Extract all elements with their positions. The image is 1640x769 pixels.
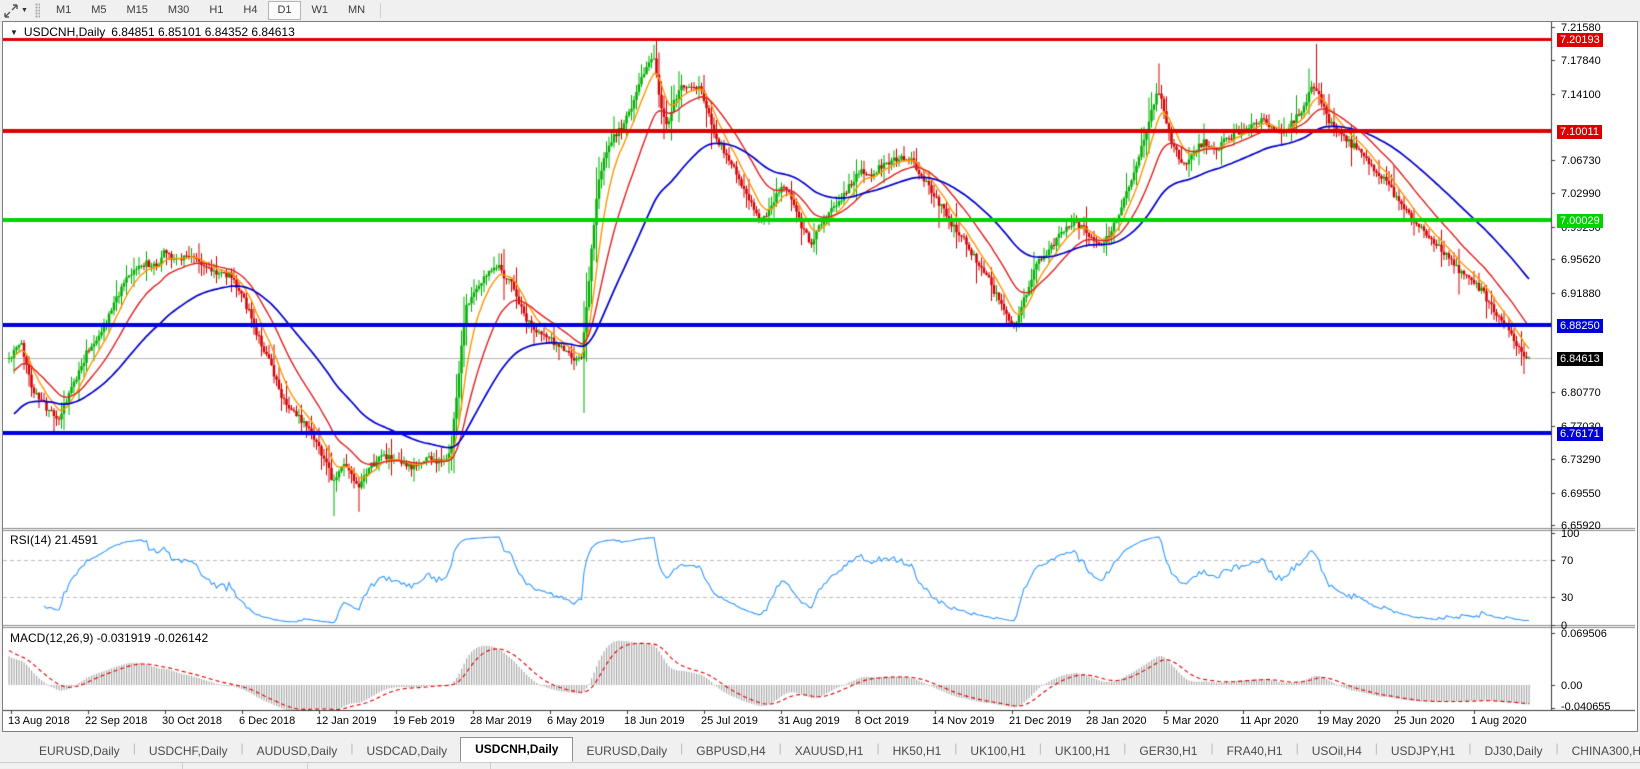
strip-separator (307, 763, 308, 769)
chart-tab-usdcnh-4[interactable]: USDCNH,Daily (460, 737, 573, 762)
chart-tab-eurusd-0[interactable]: EURUSD,Daily (26, 741, 133, 762)
level-price-label: 7.10011 (1557, 125, 1602, 139)
rsi-axis-tick: 30 (1561, 592, 1573, 604)
price-axis-tick: 6.80770 (1561, 387, 1601, 399)
chart-tab-eurusd-5[interactable]: EURUSD,Daily (573, 741, 680, 762)
chart-ohlc-values: 6.84851 6.85101 6.84352 6.84613 (111, 25, 295, 39)
chart-tab-dj30-15[interactable]: DJ30,Daily (1471, 741, 1555, 762)
chart-tab-fra40-12[interactable]: FRA40,H1 (1214, 741, 1296, 762)
current-price-label: 6.84613 (1557, 352, 1603, 366)
date-axis-label: 5 Mar 2020 (1163, 715, 1219, 727)
timeframe-toolbar: ▼ M1M5M15M30H1H4D1W1MN (0, 0, 1640, 22)
price-axis-tick: 7.06730 (1561, 155, 1601, 167)
chart-symbol-label: USDCNH,Daily (24, 25, 105, 39)
date-axis-label: 12 Jan 2019 (316, 715, 377, 727)
date-axis-label: 6 May 2019 (547, 715, 604, 727)
price-axis-tick: 6.69550 (1561, 488, 1601, 500)
date-axis-label: 14 Nov 2019 (932, 715, 994, 727)
chart-tab-usdchf-1[interactable]: USDCHF,Daily (136, 741, 241, 762)
chart-tab-usoil-13[interactable]: USOil,H4 (1299, 741, 1375, 762)
chart-window: ▼ USDCNH,Daily 6.84851 6.85101 6.84352 6… (2, 21, 1638, 732)
timeframe-button-m1[interactable]: M1 (47, 1, 80, 20)
toolbar-grip[interactable] (35, 3, 40, 18)
chart-tab-uk100-10[interactable]: UK100,H1 (1042, 741, 1123, 762)
macd-axis-tick: -0.040655 (1561, 701, 1611, 713)
date-axis-label: 25 Jul 2019 (701, 715, 758, 727)
chart-tab-china300-16[interactable]: CHINA300,H1 (1559, 741, 1640, 762)
macd-axis-tick: 0.00 (1561, 680, 1582, 692)
chart-tab-gbpusd-6[interactable]: GBPUSD,H4 (683, 741, 778, 762)
mt4-window: ▼ M1M5M15M30H1H4D1W1MN ▼ USDCNH,Daily 6.… (0, 0, 1640, 769)
chart-tab-audusd-2[interactable]: AUDUSD,Daily (244, 741, 351, 762)
date-axis-label: 11 Apr 2020 (1240, 715, 1299, 727)
rsi-pane-label: RSI(14) 21.4591 (10, 533, 98, 547)
price-axis-tick: 6.91880 (1561, 288, 1601, 300)
cursor-tool-icon[interactable] (2, 3, 20, 19)
date-axis-label: 31 Aug 2019 (778, 715, 840, 727)
date-axis-label: 25 Jun 2020 (1394, 715, 1455, 727)
date-axis-label: 13 Aug 2018 (8, 715, 70, 727)
macd-pane-label: MACD(12,26,9) -0.031919 -0.026142 (10, 631, 208, 645)
price-chart-canvas[interactable] (3, 22, 1635, 729)
chart-title: ▼ USDCNH,Daily 6.84851 6.85101 6.84352 6… (10, 25, 295, 39)
price-axis-tick: 6.95620 (1561, 254, 1601, 266)
bottom-strip (0, 762, 1640, 769)
macd-axis-tick: 0.069506 (1561, 628, 1607, 640)
chart-tab-ger30-11[interactable]: GER30,H1 (1126, 741, 1210, 762)
date-axis-label: 19 Feb 2019 (393, 715, 455, 727)
timeframe-button-mn[interactable]: MN (339, 1, 374, 20)
chart-tabbar: EURUSD,Daily|USDCHF,Daily|AUDUSD,Daily|U… (0, 736, 1640, 762)
strip-separator (182, 763, 183, 769)
level-price-label: 7.20193 (1557, 33, 1603, 47)
date-axis-label: 18 Jun 2019 (624, 715, 685, 727)
price-axis-tick: 6.73290 (1561, 454, 1601, 466)
date-axis-label: 30 Oct 2018 (162, 715, 222, 727)
date-axis-label: 28 Mar 2019 (470, 715, 532, 727)
date-axis-label: 6 Dec 2018 (239, 715, 295, 727)
price-axis-tick: 7.14100 (1561, 89, 1601, 101)
timeframe-button-m5[interactable]: M5 (82, 1, 115, 20)
chart-tab-usdjpy-14[interactable]: USDJPY,H1 (1378, 741, 1468, 762)
timeframe-buttons: M1M5M15M30H1H4D1W1MN (46, 1, 375, 20)
chart-tab-usdcad-3[interactable]: USDCAD,Daily (353, 741, 460, 762)
price-axis-tick: 7.21580 (1561, 22, 1601, 34)
toolbar-separator (380, 3, 381, 18)
timeframe-button-m15[interactable]: M15 (118, 1, 157, 20)
chart-title-caret-icon[interactable]: ▼ (10, 28, 18, 37)
date-axis-label: 1 Aug 2020 (1471, 715, 1527, 727)
timeframe-button-h1[interactable]: H1 (200, 1, 232, 20)
price-axis-tick: 7.02990 (1561, 188, 1601, 200)
date-axis-label: 8 Oct 2019 (855, 715, 909, 727)
timeframe-button-m30[interactable]: M30 (159, 1, 198, 20)
chart-tab-xauusd-7[interactable]: XAUUSD,H1 (782, 741, 877, 762)
timeframe-button-h4[interactable]: H4 (234, 1, 266, 20)
date-axis-label: 22 Sep 2018 (85, 715, 147, 727)
date-axis-label: 28 Jan 2020 (1086, 715, 1147, 727)
chart-tab-uk100-9[interactable]: UK100,H1 (957, 741, 1038, 762)
date-axis-label: 19 May 2020 (1317, 715, 1381, 727)
chart-tab-hk50-8[interactable]: HK50,H1 (880, 741, 955, 762)
rsi-axis-tick: 70 (1561, 555, 1573, 567)
strip-separator (490, 763, 491, 769)
level-price-label: 6.76171 (1557, 427, 1603, 441)
date-axis-label: 21 Dec 2019 (1009, 715, 1071, 727)
timeframe-button-d1[interactable]: D1 (268, 1, 300, 20)
chevron-down-icon[interactable]: ▼ (21, 7, 28, 14)
rsi-axis-tick: 100 (1561, 528, 1579, 540)
price-axis-tick: 7.17840 (1561, 55, 1601, 67)
level-price-label: 6.88250 (1557, 319, 1603, 333)
timeframe-button-w1[interactable]: W1 (303, 1, 338, 20)
level-price-label: 7.00029 (1557, 214, 1603, 228)
